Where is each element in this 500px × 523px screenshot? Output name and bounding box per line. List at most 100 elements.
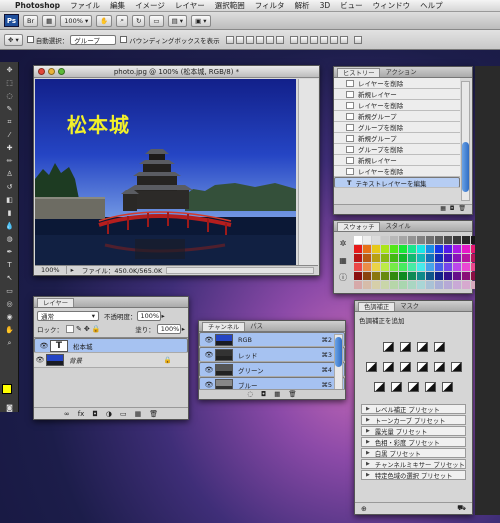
- history-item[interactable]: レイヤーを削除: [334, 78, 460, 89]
- channel-row[interactable]: 👁 レッド ⌘3: [199, 347, 345, 362]
- quick-mask-icon[interactable]: ◙: [3, 403, 16, 413]
- color-swatch[interactable]: [381, 254, 389, 262]
- trash-icon[interactable]: 🗑: [149, 410, 158, 418]
- color-swatch[interactable]: [426, 272, 434, 280]
- color-swatch[interactable]: [417, 281, 425, 289]
- status-scroll[interactable]: [166, 266, 314, 274]
- photo-filter-icon[interactable]: [433, 362, 445, 372]
- 3d-rotate-tool-icon[interactable]: ◎: [3, 299, 16, 309]
- auto-align-icon[interactable]: [353, 35, 362, 44]
- color-swatch[interactable]: [399, 281, 407, 289]
- color-swatch[interactable]: [408, 245, 416, 253]
- zoom-tool-icon[interactable]: ⌕: [3, 338, 16, 348]
- minimize-button[interactable]: [48, 68, 55, 75]
- distribute-middle-icon[interactable]: [299, 35, 308, 44]
- preset-item[interactable]: ▶ トーンカーブ プリセット: [361, 415, 466, 425]
- lock-all-icon[interactable]: 🔒: [92, 325, 101, 333]
- history-scroll-thumb[interactable]: [462, 142, 469, 192]
- color-swatch[interactable]: [444, 281, 452, 289]
- color-swatch[interactable]: [426, 263, 434, 271]
- color-swatch[interactable]: [381, 245, 389, 253]
- gradient-tool-icon[interactable]: ▮: [3, 208, 16, 218]
- lock-transparent-icon[interactable]: [66, 325, 74, 333]
- history-item[interactable]: 新規グループ: [334, 133, 460, 144]
- return-to-list-icon[interactable]: ⊕: [361, 505, 367, 513]
- menu-item[interactable]: 3D: [315, 1, 336, 10]
- color-swatch[interactable]: [399, 272, 407, 280]
- color-swatch[interactable]: [399, 245, 407, 253]
- color-swatch[interactable]: [408, 281, 416, 289]
- bridge-button[interactable]: Br: [23, 14, 39, 27]
- color-swatch[interactable]: [372, 254, 380, 262]
- color-swatch[interactable]: [417, 236, 425, 244]
- blur-tool-icon[interactable]: 💧: [3, 221, 16, 231]
- fx-icon[interactable]: fx: [78, 410, 85, 418]
- vertical-scrollbar[interactable]: [298, 79, 318, 266]
- color-swatch[interactable]: [417, 263, 425, 271]
- menu-item[interactable]: イメージ: [130, 0, 170, 11]
- brightness-contrast-icon[interactable]: [382, 342, 394, 352]
- color-swatch[interactable]: [363, 281, 371, 289]
- overlay-text-layer[interactable]: 松本城: [67, 109, 130, 138]
- tab-styles[interactable]: スタイル: [380, 222, 415, 231]
- hand-icon[interactable]: ✋: [96, 14, 113, 27]
- color-swatch[interactable]: [444, 236, 452, 244]
- color-swatch[interactable]: [399, 263, 407, 271]
- status-arrow-icon[interactable]: ▸: [67, 266, 78, 274]
- selective-color-icon[interactable]: [442, 382, 453, 392]
- color-swatch[interactable]: [372, 263, 380, 271]
- color-swatch[interactable]: [381, 263, 389, 271]
- color-swatch[interactable]: [453, 272, 461, 280]
- trash-icon[interactable]: 🗑: [288, 390, 296, 399]
- ruler-icon[interactable]: ▭: [149, 14, 164, 27]
- color-swatch[interactable]: [462, 272, 470, 280]
- history-item[interactable]: 新規レイヤー: [334, 155, 460, 166]
- eye-icon[interactable]: 👁: [203, 381, 215, 389]
- stamp-tool-icon[interactable]: ♙: [3, 169, 16, 179]
- color-swatch[interactable]: [372, 281, 380, 289]
- tab-masks[interactable]: マスク: [395, 302, 424, 311]
- tab-adjustments[interactable]: 色調補正: [358, 302, 396, 311]
- menu-item[interactable]: レイヤー: [170, 0, 210, 11]
- history-item-current[interactable]: T テキストレイヤーを編集: [334, 177, 460, 188]
- eyedropper-tool-icon[interactable]: ⁄: [3, 130, 16, 140]
- type-tool-icon[interactable]: T: [3, 260, 16, 270]
- color-swatch[interactable]: [426, 254, 434, 262]
- color-swatch[interactable]: [390, 236, 398, 244]
- history-item[interactable]: レイヤーを削除: [334, 166, 460, 177]
- quick-select-tool-icon[interactable]: ✎: [3, 104, 16, 114]
- 3d-orbit-tool-icon[interactable]: ◉: [3, 312, 16, 322]
- color-swatch[interactable]: [453, 236, 461, 244]
- preset-item[interactable]: ▶ 白黒 プリセット: [361, 448, 466, 458]
- preset-item[interactable]: ▶ レベル補正 プリセット: [361, 404, 466, 414]
- link-icon[interactable]: ∞: [64, 410, 70, 418]
- lock-brush-icon[interactable]: ✎: [76, 325, 82, 333]
- move-tool-icon[interactable]: ✥: [3, 65, 16, 75]
- color-swatch[interactable]: [417, 245, 425, 253]
- path-select-tool-icon[interactable]: ↖: [3, 273, 16, 283]
- color-swatch[interactable]: [417, 254, 425, 262]
- history-item[interactable]: 新規レイヤー: [334, 89, 460, 100]
- tab-paths[interactable]: パス: [245, 322, 268, 331]
- invert-icon[interactable]: [374, 382, 385, 392]
- opacity-input[interactable]: 100%: [136, 311, 161, 321]
- hue-saturation-icon[interactable]: [382, 362, 394, 372]
- color-swatch[interactable]: [408, 254, 416, 262]
- move-tool-icon[interactable]: ✥ ▾: [4, 33, 23, 46]
- grid-icon[interactable]: ▦: [42, 14, 57, 27]
- align-middle-icon[interactable]: [235, 35, 244, 44]
- lock-move-icon[interactable]: ✥: [84, 325, 90, 333]
- blend-mode-dropdown[interactable]: 通常 ▾: [37, 311, 99, 321]
- color-swatch[interactable]: [372, 272, 380, 280]
- tab-channels[interactable]: チャンネル: [202, 322, 246, 331]
- color-swatch[interactable]: [372, 245, 380, 253]
- history-item[interactable]: レイヤーを削除: [334, 100, 460, 111]
- eye-icon[interactable]: 👁: [203, 351, 215, 359]
- eye-icon[interactable]: 👁: [203, 336, 215, 344]
- color-swatch[interactable]: [462, 254, 470, 262]
- preset-item[interactable]: ▶ 露光量 プリセット: [361, 426, 466, 436]
- save-selection-icon[interactable]: ◘: [261, 390, 266, 399]
- new-document-icon[interactable]: ▦: [440, 205, 446, 212]
- align-right-icon[interactable]: [275, 35, 284, 44]
- color-swatch[interactable]: [462, 245, 470, 253]
